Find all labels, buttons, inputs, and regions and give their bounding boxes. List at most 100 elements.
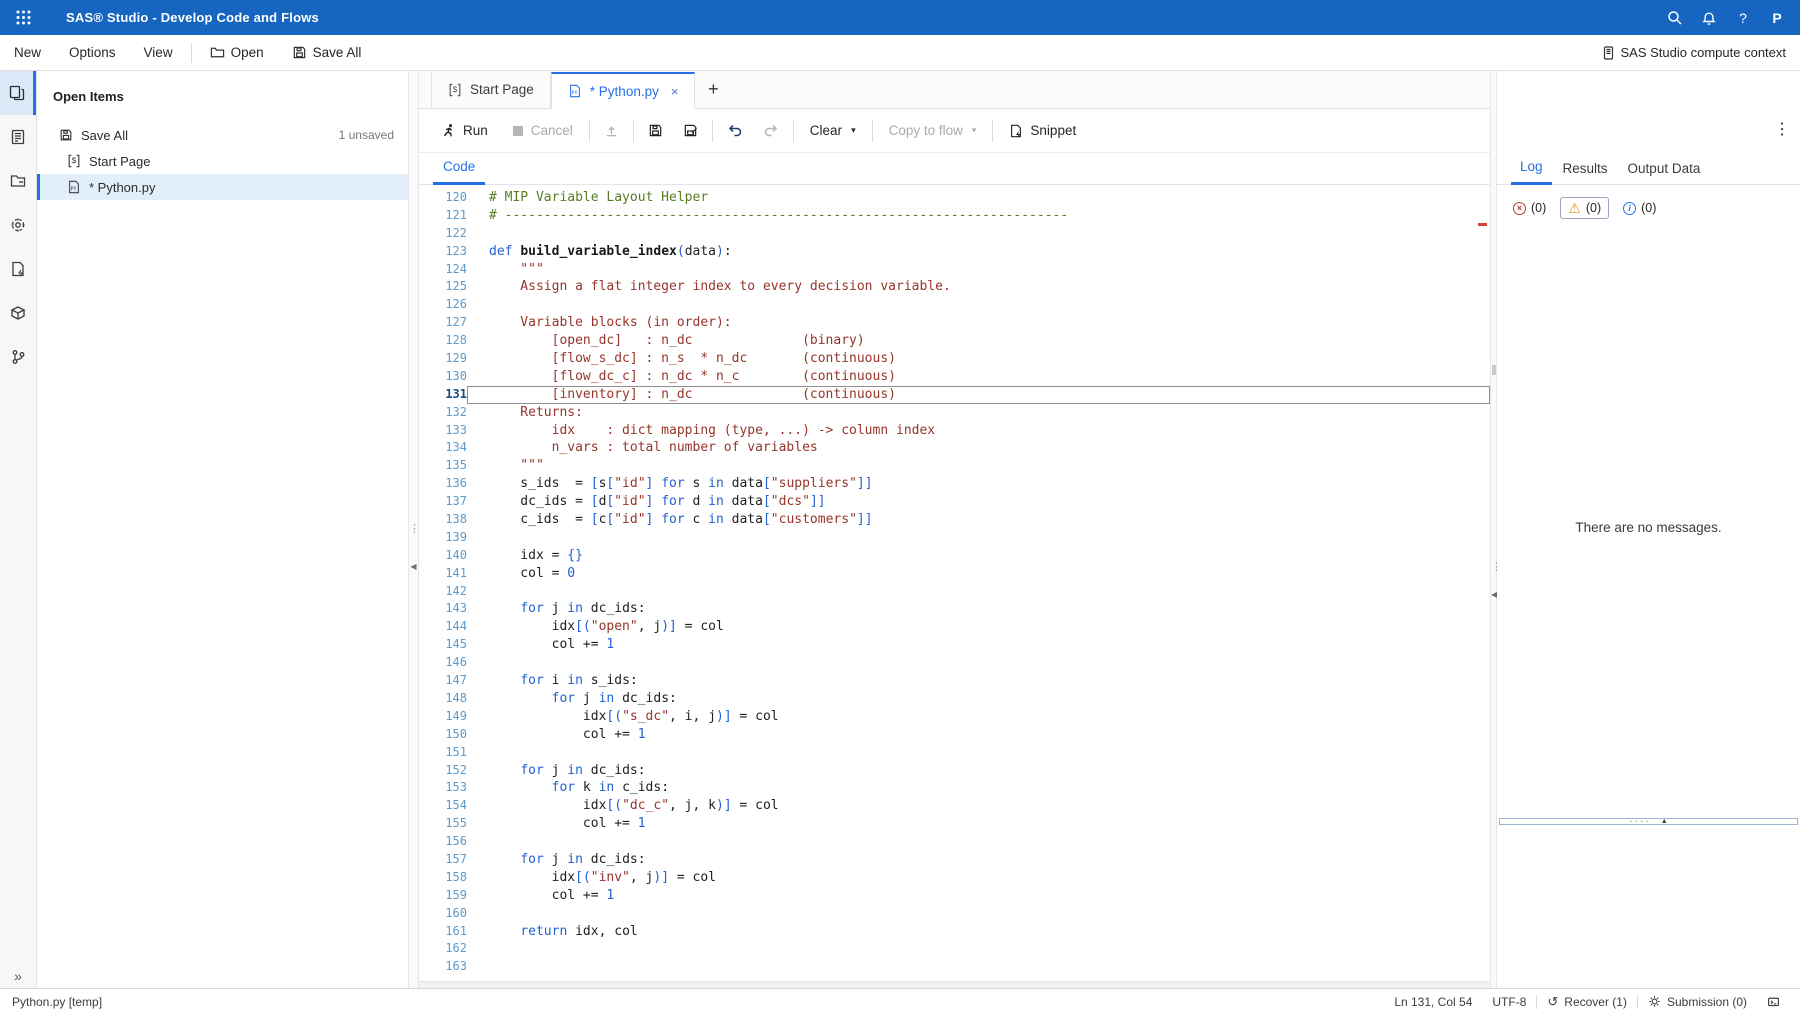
menu-options[interactable]: Options — [55, 35, 130, 71]
run-button[interactable]: Run — [429, 116, 500, 146]
open-item-start-page[interactable]: Start Page — [37, 148, 408, 174]
expand-rail-button[interactable]: » — [0, 968, 36, 984]
line-number[interactable]: 122 — [419, 225, 467, 243]
line-number[interactable]: 123 — [419, 243, 467, 261]
line-number[interactable]: 144 — [419, 618, 467, 636]
code-line[interactable]: 135 """ — [419, 457, 1490, 475]
kebab-menu-icon[interactable]: ⋮ — [1774, 119, 1790, 139]
code-line[interactable]: 149 idx[("s_dc", i, j)] = col — [419, 708, 1490, 726]
line-number[interactable]: 154 — [419, 797, 467, 815]
tab-log[interactable]: Log — [1511, 159, 1552, 185]
rail-git[interactable] — [0, 335, 36, 379]
line-number[interactable]: 152 — [419, 762, 467, 780]
line-number[interactable]: 132 — [419, 404, 467, 422]
clear-button[interactable]: Clear▾ — [798, 116, 868, 146]
line-number[interactable]: 126 — [419, 296, 467, 314]
line-number[interactable]: 147 — [419, 672, 467, 690]
menu-view[interactable]: View — [130, 35, 187, 71]
line-number[interactable]: 137 — [419, 493, 467, 511]
line-number[interactable]: 120 — [419, 189, 467, 207]
line-number[interactable]: 161 — [419, 923, 467, 941]
code-line[interactable]: 122 — [419, 225, 1490, 243]
log-splitter-handle[interactable]: ···· ▲ — [1499, 818, 1798, 825]
line-number[interactable]: 146 — [419, 654, 467, 672]
recover-button[interactable]: ↺ Recover (1) — [1537, 994, 1637, 1010]
line-number[interactable]: 139 — [419, 529, 467, 547]
rail-steps[interactable] — [0, 203, 36, 247]
code-line[interactable]: 141 col = 0 — [419, 565, 1490, 583]
code-line[interactable]: 153 for k in c_ids: — [419, 779, 1490, 797]
rail-explorer[interactable] — [0, 159, 36, 203]
code-line[interactable]: 146 — [419, 654, 1490, 672]
tab-start-page[interactable]: Start Page — [431, 71, 551, 108]
errors-filter[interactable]: ×(0) — [1513, 201, 1546, 215]
code-line[interactable]: 154 idx[("dc_c", j, k)] = col — [419, 797, 1490, 815]
code-line[interactable]: 163 — [419, 958, 1490, 976]
code-line[interactable]: 131 [inventory] : n_dc (continuous) — [419, 386, 1490, 404]
line-number[interactable]: 155 — [419, 815, 467, 833]
search-icon[interactable] — [1658, 0, 1692, 35]
code-line[interactable]: 137 dc_ids = [d["id"] for d in data["dcs… — [419, 493, 1490, 511]
code-line[interactable]: 150 col += 1 — [419, 726, 1490, 744]
warnings-filter[interactable]: ⚠(0) — [1560, 197, 1609, 219]
code-line[interactable]: 147 for i in s_ids: — [419, 672, 1490, 690]
collapse-right-icon[interactable]: ◀ — [1491, 590, 1496, 599]
line-number[interactable]: 158 — [419, 869, 467, 887]
user-badge[interactable]: P — [1760, 0, 1794, 35]
code-line[interactable]: 162 — [419, 940, 1490, 958]
line-number[interactable]: 148 — [419, 690, 467, 708]
submit-button[interactable] — [594, 116, 629, 146]
code-line[interactable]: 143 for j in dc_ids: — [419, 600, 1490, 618]
line-number[interactable]: 135 — [419, 457, 467, 475]
line-number[interactable]: 124 — [419, 261, 467, 279]
save-all-row[interactable]: Save All 1 unsaved — [37, 122, 408, 148]
snippet-button[interactable]: Snippet — [997, 116, 1088, 146]
help-icon[interactable]: ? — [1726, 0, 1760, 35]
code-line[interactable]: 145 col += 1 — [419, 636, 1490, 654]
code-line[interactable]: 140 idx = {} — [419, 547, 1490, 565]
line-number[interactable]: 140 — [419, 547, 467, 565]
code-line[interactable]: 121# -----------------------------------… — [419, 207, 1490, 225]
tab-results[interactable]: Results — [1554, 161, 1617, 184]
line-number[interactable]: 128 — [419, 332, 467, 350]
code-line[interactable]: 159 col += 1 — [419, 887, 1490, 905]
copy-to-flow-button[interactable]: Copy to flow▾ — [877, 116, 989, 146]
code-line[interactable]: 151 — [419, 744, 1490, 762]
save-button[interactable] — [638, 116, 673, 146]
menu-save-all[interactable]: Save All — [278, 35, 376, 71]
code-line[interactable]: 160 — [419, 905, 1490, 923]
line-number[interactable]: 141 — [419, 565, 467, 583]
line-number[interactable]: 142 — [419, 583, 467, 601]
code-line[interactable]: 129 [flow_s_dc] : n_s * n_dc (continuous… — [419, 350, 1490, 368]
open-item-python[interactable]: PY * Python.py — [37, 174, 408, 200]
code-line[interactable]: 132 Returns: — [419, 404, 1490, 422]
code-line[interactable]: 124 """ — [419, 261, 1490, 279]
line-number[interactable]: 143 — [419, 600, 467, 618]
line-number[interactable]: 150 — [419, 726, 467, 744]
line-number[interactable]: 121 — [419, 207, 467, 225]
code-line[interactable]: 123def build_variable_index(data): — [419, 243, 1490, 261]
line-number[interactable]: 136 — [419, 475, 467, 493]
app-grid-icon[interactable] — [0, 10, 46, 25]
line-number[interactable]: 130 — [419, 368, 467, 386]
rail-tasks[interactable] — [0, 247, 36, 291]
line-number[interactable]: 159 — [419, 887, 467, 905]
line-number[interactable]: 125 — [419, 278, 467, 296]
line-number[interactable]: 145 — [419, 636, 467, 654]
tab-code[interactable]: Code — [433, 159, 485, 185]
line-number[interactable]: 127 — [419, 314, 467, 332]
code-line[interactable]: 155 col += 1 — [419, 815, 1490, 833]
code-line[interactable]: 139 — [419, 529, 1490, 547]
collapse-left-icon[interactable]: ◀ — [409, 562, 418, 571]
notifications-icon[interactable] — [1692, 0, 1726, 35]
code-line[interactable]: 128 [open_dc] : n_dc (binary) — [419, 332, 1490, 350]
line-number[interactable]: 156 — [419, 833, 467, 851]
code-line[interactable]: 133 idx : dict mapping (type, ...) -> co… — [419, 422, 1490, 440]
line-number[interactable]: 131 — [419, 386, 467, 404]
cursor-position[interactable]: Ln 131, Col 54 — [1384, 995, 1482, 1009]
right-splitter[interactable]: ⋮ ◀ — [1490, 71, 1497, 988]
line-number[interactable]: 162 — [419, 940, 467, 958]
code-editor[interactable]: 120# MIP Variable Layout Helper121# ----… — [419, 185, 1490, 981]
tab-output-data[interactable]: Output Data — [1619, 161, 1710, 184]
code-line[interactable]: 125 Assign a flat integer index to every… — [419, 278, 1490, 296]
